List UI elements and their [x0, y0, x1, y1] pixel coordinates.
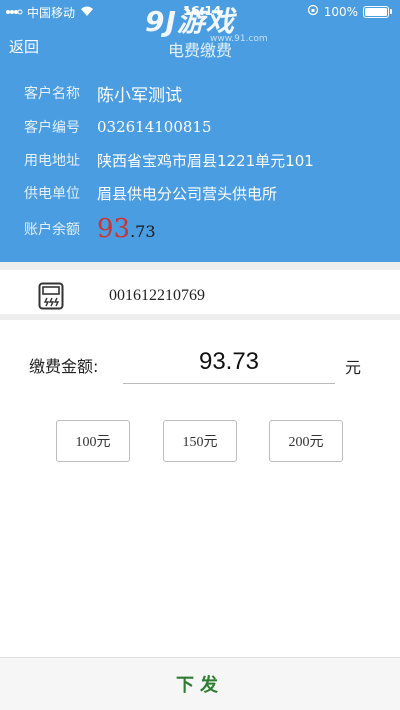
- payment-amount-input[interactable]: [123, 340, 335, 384]
- balance-label: 账户余额: [24, 222, 80, 238]
- header-panel: 中国移动 16:14 100% 9J游戏 www.91.com 返回 电费缴费 …: [0, 0, 400, 262]
- bottom-bar: 下发: [0, 657, 400, 710]
- signal-icon: [6, 6, 24, 20]
- supplier-label: 供电单位: [24, 186, 80, 202]
- balance-decimal: .73: [130, 222, 156, 241]
- quick-amount-150-button[interactable]: 150元: [163, 420, 237, 462]
- battery-percent: 100%: [323, 4, 358, 19]
- address-value: 陕西省宝鸡市眉县1221单元101: [97, 151, 314, 170]
- quick-amount-200-button[interactable]: 200元: [269, 420, 343, 462]
- address-label: 用电地址: [24, 153, 80, 169]
- wifi-icon: [80, 6, 94, 20]
- submit-button[interactable]: 下发: [176, 671, 224, 697]
- customer-id-label: 客户编号: [24, 120, 80, 136]
- address-row: 用电地址 陕西省宝鸡市眉县1221单元101: [24, 148, 314, 172]
- customer-id-value: 032614100815: [97, 118, 212, 136]
- customer-id-row: 客户编号 032614100815: [24, 115, 212, 139]
- customer-name-row: 客户名称 陈小军测试: [24, 81, 182, 106]
- supplier-value: 眉县供电分公司营头供电所: [97, 184, 278, 203]
- payment-unit: 元: [345, 358, 362, 377]
- carrier-name: 中国移动: [27, 6, 76, 20]
- electric-meter-icon: [38, 282, 64, 314]
- supplier-row: 供电单位 眉县供电分公司营头供电所: [24, 181, 277, 205]
- quick-amount-100-button[interactable]: 100元: [56, 420, 130, 462]
- meter-row[interactable]: 001612210769: [0, 262, 400, 320]
- customer-name-label: 客户名称: [24, 86, 80, 102]
- page-title: 电费缴费: [167, 41, 232, 60]
- balance-row: 账户余额 93.73: [24, 216, 156, 242]
- meter-number: 001612210769: [109, 287, 205, 304]
- balance-integer: 93: [97, 214, 131, 244]
- lock-rotation-icon: [307, 4, 319, 19]
- payment-amount-label: 缴费金额:: [29, 357, 99, 376]
- balance-value: 93.73: [97, 216, 156, 242]
- battery-icon: [363, 5, 389, 18]
- customer-name-value: 陈小军测试: [97, 85, 182, 106]
